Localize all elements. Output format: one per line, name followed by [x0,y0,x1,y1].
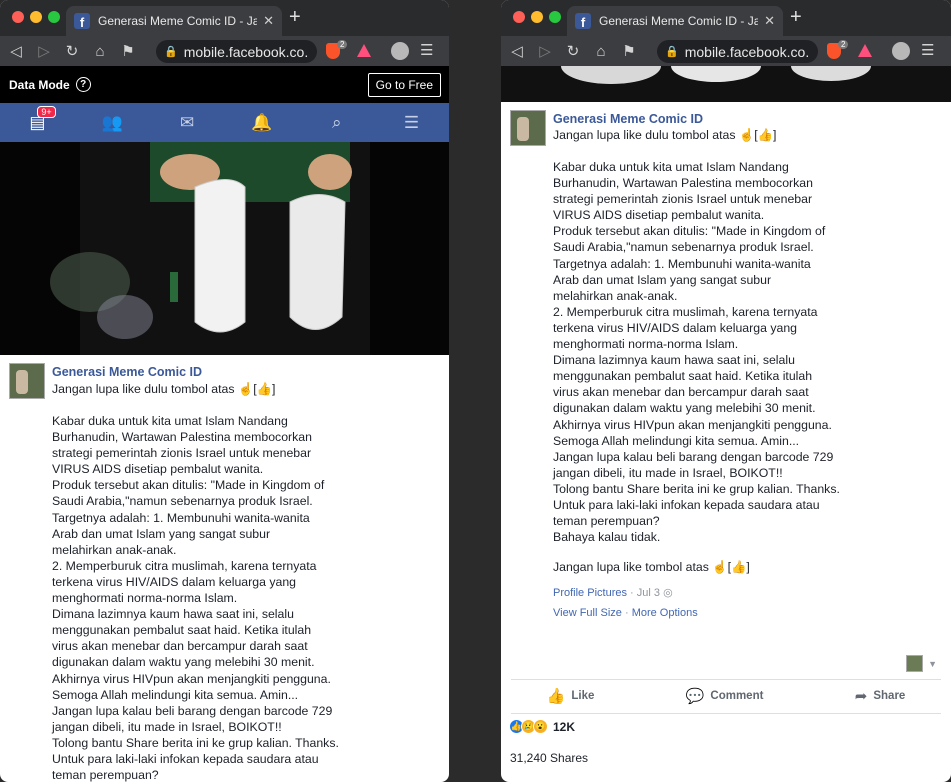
post-body: Kabar duka untuk kita umat Islam Nandang… [52,414,339,782]
notifications-bell-icon[interactable]: 🔔 [248,113,276,133]
comment-label: Comment [710,690,764,702]
brave-rewards-icon[interactable] [357,44,371,57]
bookmark-icon[interactable]: ⚑ [120,42,136,60]
share-label: Share [873,690,906,702]
comment-button[interactable]: 💬 Comment [686,687,764,705]
lock-icon: 🔒 [164,46,178,58]
tab-bar: f Generasi Meme Comic ID - Jang ✕ + [0,0,449,36]
browser-tab[interactable]: f Generasi Meme Comic ID - Jang ✕ [567,6,783,36]
new-tab-icon[interactable]: + [790,6,802,29]
address-bar[interactable]: 🔒 mobile.facebook.co... [156,40,317,63]
close-tab-icon[interactable]: ✕ [263,13,274,29]
commenter-avatar[interactable] [906,655,923,672]
forward-icon[interactable]: ▷ [36,42,52,60]
data-mode-bar: Data Mode ? Go to Free [0,66,449,103]
profile-avatar-icon[interactable] [892,42,910,60]
url-text: mobile.facebook.co... [684,43,810,60]
thumbs-up-icon: 👍 [546,688,566,705]
chevron-down-icon[interactable]: ▼ [928,659,937,669]
post-first-line: Jangan lupa like dulu tombol atas ☝[👍] [553,128,777,142]
window-controls [513,11,561,23]
share-button[interactable]: ➦ Share [855,687,906,705]
address-bar[interactable]: 🔒 mobile.facebook.co... [657,40,818,63]
url-text: mobile.facebook.co... [183,43,309,60]
shields-count-badge: 2 [337,40,348,49]
browser-tab[interactable]: f Generasi Meme Comic ID - Jang ✕ [66,6,282,36]
close-window-button[interactable] [12,11,24,23]
post-actions: 👍 Like 💬 Comment ➦ Share [501,678,951,714]
more-options-link[interactable]: More Options [632,607,698,619]
post-date[interactable]: Jul 3 [637,587,660,599]
forward-icon[interactable]: ▷ [537,42,553,60]
tab-bar: f Generasi Meme Comic ID - Jang ✕ + [501,0,951,36]
messenger-icon[interactable]: ✉ [173,113,201,133]
share-arrow-icon: ➦ [854,688,868,705]
hamburger-menu-icon[interactable]: ☰ [398,113,426,133]
close-tab-icon[interactable]: ✕ [764,13,775,29]
post-body: Kabar duka untuk kita umat Islam Nandang… [553,160,840,545]
post-photo-image [0,142,449,355]
maximize-window-button[interactable] [48,11,60,23]
wow-reaction-icon: 😮 [533,719,548,734]
post-photo-cropped[interactable] [501,66,951,102]
news-feed-icon[interactable]: ▤ 9+ [23,105,56,133]
help-icon[interactable]: ? [75,77,91,92]
home-icon[interactable]: ⌂ [593,43,609,60]
minimize-window-button[interactable] [531,11,543,23]
post-photo-image [501,66,951,102]
browser-toolbar: ◁ ▷ ↻ ⌂ ⚑ 🔒 mobile.facebook.co... 2 ☰ [501,36,951,66]
divider [511,713,941,714]
back-icon[interactable]: ◁ [509,42,525,60]
facebook-favicon-icon: f [74,13,90,29]
go-to-free-button[interactable]: Go to Free [367,73,441,97]
minimize-window-button[interactable] [30,11,42,23]
menu-icon[interactable]: ☰ [420,41,433,59]
tab-title: Generasi Meme Comic ID - Jang [599,14,759,28]
new-tab-icon[interactable]: + [289,6,301,29]
data-mode-label: Data Mode [9,77,70,92]
back-icon[interactable]: ◁ [8,42,24,60]
page-avatar[interactable] [510,110,546,146]
page-avatar[interactable] [9,363,45,399]
post-last-line: Jangan lupa like tombol atas ☝[👍] [553,560,750,574]
post-photo[interactable] [0,142,449,355]
close-window-button[interactable] [513,11,525,23]
shields-count-badge: 2 [838,40,849,49]
search-icon[interactable]: ⌕ [323,113,351,133]
post-first-line: Jangan lupa like dulu tombol atas ☝[👍] [52,382,276,396]
menu-icon[interactable]: ☰ [921,41,934,59]
album-link[interactable]: Profile Pictures [553,587,627,599]
browser-window-left: f Generasi Meme Comic ID - Jang ✕ + ◁ ▷ … [0,0,449,782]
post-meta: Profile Pictures · Jul 3 ◎ [553,586,673,599]
like-label: Like [571,690,595,702]
tab-title: Generasi Meme Comic ID - Jang [98,14,258,28]
friends-icon[interactable]: 👥 [98,113,126,133]
reaction-count: 12K [553,719,576,734]
notification-badge: 9+ [37,105,56,118]
lock-icon: 🔒 [665,46,679,58]
view-full-size-link[interactable]: View Full Size [553,607,622,619]
reactions-summary[interactable]: 👍 😢 😮 12K [509,719,575,734]
browser-toolbar: ◁ ▷ ↻ ⌂ ⚑ 🔒 mobile.facebook.co... 2 ☰ [0,36,449,66]
page-name-link[interactable]: Generasi Meme Comic ID [553,112,703,126]
browser-window-right: f Generasi Meme Comic ID - Jang ✕ + ◁ ▷ … [501,0,951,782]
window-controls [12,11,60,23]
meta-separator: · [630,587,637,599]
profile-avatar-icon[interactable] [391,42,409,60]
shares-count[interactable]: 31,240 Shares [510,751,588,765]
reload-icon[interactable]: ↻ [64,42,80,60]
comment-icon: 💬 [685,688,705,705]
maximize-window-button[interactable] [549,11,561,23]
reload-icon[interactable]: ↻ [565,42,581,60]
facebook-favicon-icon: f [575,13,591,29]
bookmark-icon[interactable]: ⚑ [621,42,637,60]
home-icon[interactable]: ⌂ [92,43,108,60]
page-name-link[interactable]: Generasi Meme Comic ID [52,365,202,379]
meta-separator: · [624,607,632,619]
like-button[interactable]: 👍 Like [547,687,595,705]
brave-rewards-icon[interactable] [858,44,872,57]
globe-icon: ◎ [663,587,673,599]
post-links: View Full Size · More Options [553,607,698,619]
facebook-nav-bar: ▤ 9+ 👥 ✉ 🔔 ⌕ ☰ [0,103,449,142]
